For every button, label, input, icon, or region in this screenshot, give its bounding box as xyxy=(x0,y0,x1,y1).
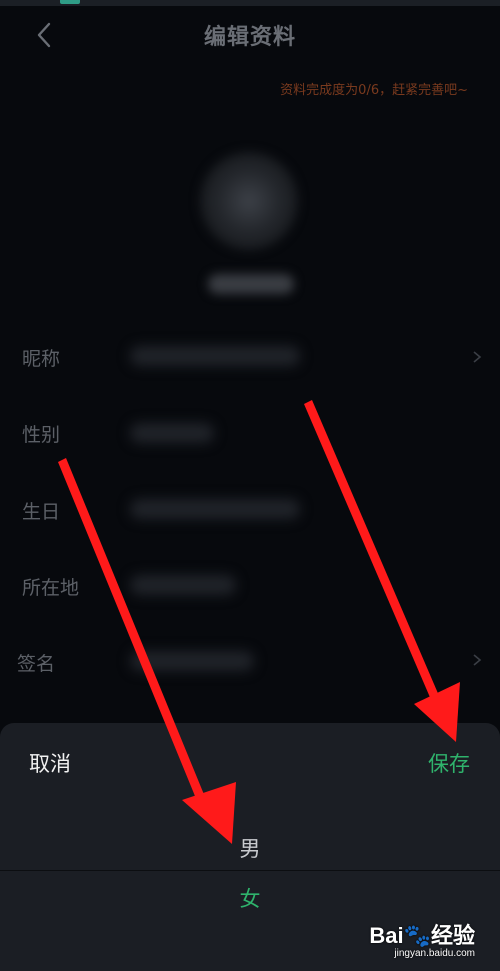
save-button[interactable]: 保存 xyxy=(428,748,470,778)
row-value-gender-blurred[interactable] xyxy=(130,423,214,443)
row-value-nickname-blurred[interactable] xyxy=(130,346,300,366)
avatar[interactable] xyxy=(200,152,298,250)
page-title: 编辑资料 xyxy=(203,25,296,50)
avatar-caption-blurred xyxy=(208,274,294,294)
option-female-selected[interactable]: 女 xyxy=(0,883,500,913)
row-label-location: 所在地 xyxy=(22,577,80,599)
watermark: Bai🐾经验 jingyan.baidu.com xyxy=(369,918,475,959)
annotation-arrow-right xyxy=(304,400,460,742)
baidu-jingyan-logo: Bai🐾经验 xyxy=(369,923,475,948)
picker-divider xyxy=(0,870,500,871)
row-label-nickname: 昵称 xyxy=(22,348,61,370)
cancel-button[interactable]: 取消 xyxy=(29,748,71,778)
row-value-birthday-blurred[interactable] xyxy=(130,499,300,519)
row-value-location-blurred[interactable] xyxy=(130,575,236,595)
row-label-gender: 性别 xyxy=(22,424,61,446)
edit-profile-screen: 编辑资料 资料完成度为0/6，赶紧完善吧~ 昵称 性别 生日 所在地 签名 取消… xyxy=(0,0,500,971)
option-male[interactable]: 男 xyxy=(0,833,500,863)
completion-text: 资料完成度为0/6，赶紧完善吧~ xyxy=(280,83,468,98)
status-bar xyxy=(0,0,500,6)
status-indicator xyxy=(60,0,80,4)
row-label-signature: 签名 xyxy=(17,653,56,675)
row-value-signature-blurred[interactable] xyxy=(130,651,254,671)
chevron-right-icon xyxy=(473,351,482,363)
chevron-right-icon xyxy=(473,654,482,666)
row-label-birthday: 生日 xyxy=(22,501,61,523)
